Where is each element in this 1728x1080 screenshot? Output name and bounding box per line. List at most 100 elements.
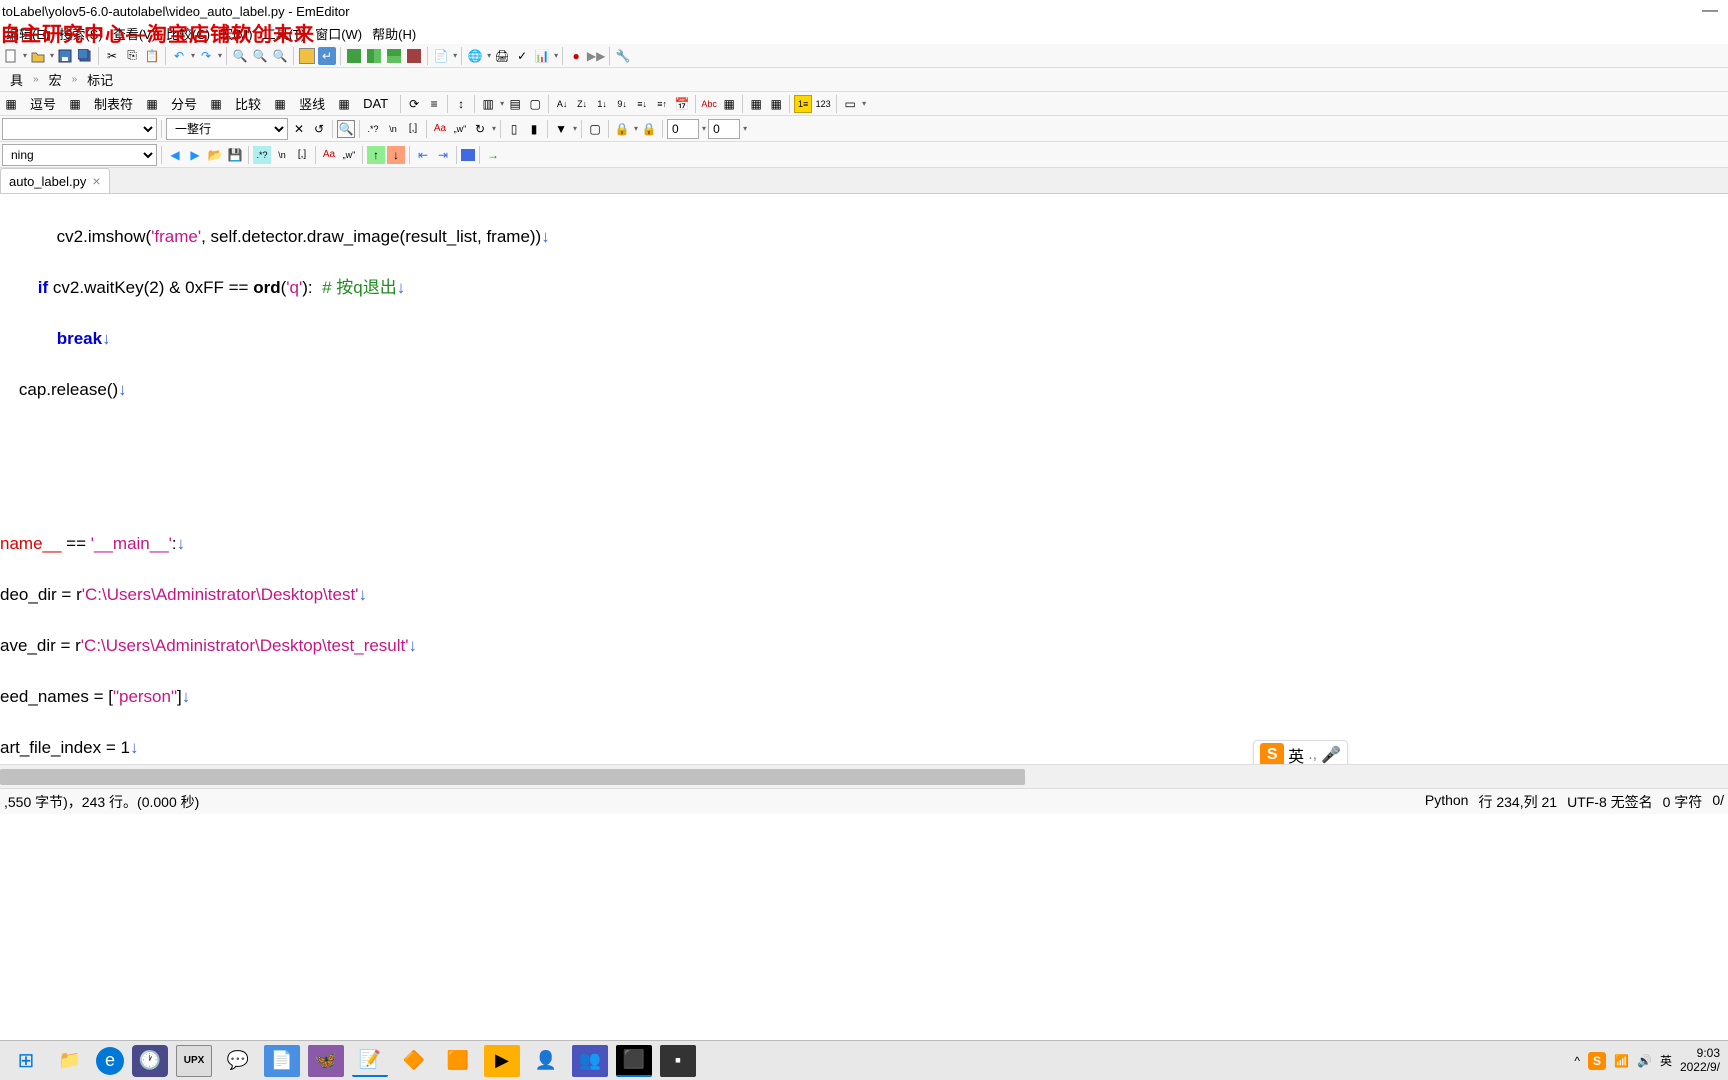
find-icon[interactable]: 🔍 bbox=[231, 47, 249, 65]
tray-ime-logo[interactable]: S bbox=[1588, 1052, 1606, 1070]
terminal-icon[interactable]: ▪ bbox=[660, 1045, 696, 1077]
doc-icon[interactable]: 📄 bbox=[432, 47, 450, 65]
csv-icon2[interactable]: ▦ bbox=[66, 95, 84, 113]
cell-icon[interactable]: ▢ bbox=[526, 95, 544, 113]
layout4-icon[interactable] bbox=[405, 47, 423, 65]
regex-icon[interactable]: .*? bbox=[364, 120, 382, 138]
block-icon[interactable] bbox=[461, 149, 475, 161]
comma-button[interactable]: 逗号 bbox=[22, 92, 64, 115]
tray-network-icon[interactable]: 📶 bbox=[1614, 1054, 1629, 1068]
config-icon[interactable]: 📊 bbox=[533, 47, 551, 65]
word-icon[interactable]: „w" bbox=[451, 120, 469, 138]
save-icon[interactable] bbox=[56, 47, 74, 65]
file-tab[interactable]: auto_label.py × bbox=[0, 168, 110, 193]
sort-19-icon[interactable]: 1↓ bbox=[593, 95, 611, 113]
upx-icon[interactable]: UPX bbox=[176, 1045, 212, 1077]
horizontal-scrollbar[interactable] bbox=[0, 764, 1728, 788]
dedup-icon[interactable]: Abc bbox=[700, 95, 718, 113]
wide-dropdown[interactable]: ▾ bbox=[862, 99, 866, 108]
tools-label[interactable]: 具 bbox=[2, 68, 31, 91]
clear-icon[interactable]: ↺ bbox=[310, 120, 328, 138]
tab-close-icon[interactable]: × bbox=[92, 173, 100, 189]
csv-icon3[interactable]: ▦ bbox=[143, 95, 161, 113]
open-dropdown[interactable]: ▾ bbox=[50, 51, 54, 60]
cut-icon[interactable]: ✂ bbox=[103, 47, 121, 65]
bookmark-icon[interactable]: ▯ bbox=[505, 120, 523, 138]
undo-icon[interactable]: ↶ bbox=[170, 47, 188, 65]
grep-icon[interactable] bbox=[298, 47, 316, 65]
spell-icon[interactable]: ✓ bbox=[513, 47, 531, 65]
extract-icon[interactable]: ▮ bbox=[525, 120, 543, 138]
findnext-icon[interactable]: 🔍 bbox=[271, 47, 289, 65]
undo-dropdown[interactable]: ▾ bbox=[191, 51, 195, 60]
close-search-icon[interactable]: ✕ bbox=[290, 120, 308, 138]
record-icon[interactable]: ● bbox=[567, 47, 585, 65]
dat-button[interactable]: DAT bbox=[355, 94, 396, 113]
open-folder-icon[interactable]: 📂 bbox=[206, 146, 224, 164]
search-icon[interactable]: 🔍 bbox=[337, 120, 355, 138]
start-button[interactable]: ⊞ bbox=[8, 1045, 44, 1077]
vline-button[interactable]: 竖线 bbox=[291, 92, 333, 115]
open-icon[interactable] bbox=[29, 47, 47, 65]
word2-icon[interactable]: „w" bbox=[340, 146, 358, 164]
csv-mode-icon[interactable]: ▦ bbox=[2, 95, 20, 113]
tray-lang[interactable]: 英 bbox=[1660, 1052, 1672, 1069]
menu-help[interactable]: 帮助(H) bbox=[368, 22, 420, 45]
wrap-search-icon[interactable]: ↻ bbox=[471, 120, 489, 138]
doc-dropdown[interactable]: ▾ bbox=[453, 51, 457, 60]
play-icon[interactable]: ▶▶ bbox=[587, 47, 605, 65]
paste-icon[interactable]: 📋 bbox=[143, 47, 161, 65]
bracket-icon[interactable]: [,] bbox=[404, 120, 422, 138]
saveall-icon[interactable] bbox=[76, 47, 94, 65]
sort-date-icon[interactable]: 📅 bbox=[673, 95, 691, 113]
csv-icon6[interactable]: ▦ bbox=[335, 95, 353, 113]
filter-mode-combo[interactable]: ning bbox=[2, 144, 157, 166]
compare-button[interactable]: 比较 bbox=[227, 92, 269, 115]
combine-icon[interactable]: ▦ bbox=[720, 95, 738, 113]
filter-icon[interactable]: ▼ bbox=[552, 120, 570, 138]
tray-time[interactable]: 9:03 bbox=[1680, 1047, 1720, 1060]
lock-icon[interactable]: 🔒 bbox=[613, 120, 631, 138]
wechat-icon[interactable]: 💬 bbox=[220, 1045, 256, 1077]
globe-icon[interactable]: 🌐 bbox=[466, 47, 484, 65]
sort-len-icon[interactable]: ≡↓ bbox=[633, 95, 651, 113]
word-icon[interactable]: 📄 bbox=[264, 1045, 300, 1077]
col-dropdown[interactable]: ▾ bbox=[500, 99, 504, 108]
app-icon[interactable]: 🟧 bbox=[440, 1045, 476, 1077]
config-dropdown[interactable]: ▾ bbox=[554, 51, 558, 60]
tray-volume-icon[interactable]: 🔊 bbox=[1637, 1054, 1652, 1068]
linenum-icon[interactable]: 1≡ bbox=[794, 95, 812, 113]
search-combo[interactable] bbox=[2, 118, 157, 140]
escape2-icon[interactable]: \n bbox=[273, 146, 291, 164]
col-icon[interactable]: ▥ bbox=[479, 95, 497, 113]
case2-icon[interactable]: Aa bbox=[320, 146, 338, 164]
minimize-button[interactable]: — bbox=[1702, 2, 1718, 20]
layout2-icon[interactable] bbox=[365, 47, 383, 65]
prev-icon[interactable]: ◀ bbox=[166, 146, 184, 164]
tray-chevron-icon[interactable]: ^ bbox=[1574, 1054, 1580, 1068]
globe-dropdown[interactable]: ▾ bbox=[487, 51, 491, 60]
mic-icon[interactable]: 🎤 bbox=[1321, 745, 1341, 765]
teams-icon[interactable]: 👥 bbox=[572, 1045, 608, 1077]
bracket2-icon[interactable]: [,] bbox=[293, 146, 311, 164]
redo-dropdown[interactable]: ▾ bbox=[218, 51, 222, 60]
print-icon[interactable]: 🖨 bbox=[493, 47, 511, 65]
next-icon[interactable]: ▶ bbox=[186, 146, 204, 164]
findprev-icon[interactable]: 🔍 bbox=[251, 47, 269, 65]
tab-button[interactable]: 制表符 bbox=[86, 92, 141, 115]
user-icon[interactable]: 👤 bbox=[528, 1045, 564, 1077]
search-opt-dropdown[interactable]: ▾ bbox=[492, 124, 496, 133]
regex2-icon[interactable]: .*? bbox=[253, 146, 271, 164]
clock-app-icon[interactable]: 🕐 bbox=[132, 1045, 168, 1077]
semicolon-button[interactable]: 分号 bbox=[163, 92, 205, 115]
wide-icon[interactable]: ▭ bbox=[841, 95, 859, 113]
lock2-icon[interactable]: 🔒 bbox=[640, 120, 658, 138]
sort-91-icon[interactable]: 9↓ bbox=[613, 95, 631, 113]
num-after[interactable]: 0 bbox=[708, 119, 740, 139]
sort-za-icon[interactable]: Z↓ bbox=[573, 95, 591, 113]
flutter-icon[interactable]: 🦋 bbox=[308, 1045, 344, 1077]
num-before[interactable]: 0 bbox=[667, 119, 699, 139]
heading-icon[interactable]: ≡ bbox=[425, 95, 443, 113]
up-icon[interactable]: ↑ bbox=[367, 146, 385, 164]
down-icon[interactable]: ↓ bbox=[387, 146, 405, 164]
